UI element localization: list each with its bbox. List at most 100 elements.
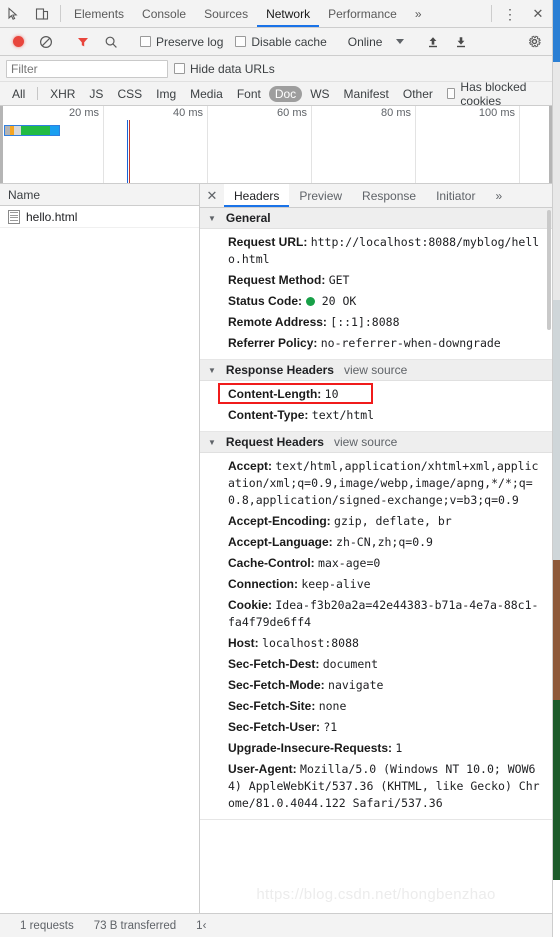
type-filter-xhr[interactable]: XHR [44,86,81,102]
type-filter-media[interactable]: Media [184,86,229,102]
general-row-referrer-policy: Referrer Policy: no-referrer-when-downgr… [200,333,552,354]
dom-content-loaded-line [127,120,128,183]
export-har-icon[interactable] [447,35,475,49]
section-response-headers-title: Response Headers [225,363,334,377]
search-icon[interactable] [97,35,125,49]
filter-input[interactable] [6,59,168,78]
request-list-header[interactable]: Name [0,184,199,206]
section-general-rows: Request URL: http://localhost:8088/myblo… [200,229,552,360]
network-overview[interactable]: 20 ms 40 ms 60 ms 80 ms 100 ms [0,106,552,184]
network-status-bar: 1 requests 73 B transferred 1‹ [0,913,552,937]
request-name-label: hello.html [26,209,78,224]
type-filter-font-label: Font [236,86,261,101]
filter-funnel-icon[interactable] [69,35,97,49]
more-tabs-glyph: » [414,6,422,21]
overview-request-bar [4,125,60,136]
type-filter-js[interactable]: JS [83,86,109,102]
request-row-upgrade-insecure-requests: Upgrade-Insecure-Requests: 1 [200,738,552,759]
detail-scrollbar-thumb[interactable] [547,210,551,330]
network-controls-toolbar: Preserve log Disable cache Online [0,28,552,56]
type-filter-css[interactable]: CSS [111,86,148,102]
type-filter-img[interactable]: Img [150,86,182,102]
section-general-header[interactable]: ▼ General [200,208,552,229]
cookie-value: Idea-f3b20a2a=42e44383-b71a-4e7a-88c1-fa… [228,598,539,629]
accept-language-key: Accept-Language: [228,535,333,549]
load-event-line [129,120,130,183]
connection-key: Connection: [228,577,298,591]
type-filter-divider [37,87,39,100]
request-row-accept-language: Accept-Language: zh-CN,zh;q=0.9 [200,532,552,553]
tab-performance[interactable]: Performance [319,0,406,27]
type-filter-other[interactable]: Other [397,86,439,102]
tab-response[interactable]: Response [352,184,426,207]
request-list-empty-area [0,228,199,913]
request-row-cookie: Cookie: Idea-f3b20a2a=42e44383-b71a-4e7a… [200,595,552,633]
overview-right-handle[interactable] [549,106,552,183]
timeline-ruler: 20 ms 40 ms 60 ms 80 ms 100 ms [0,106,552,183]
toolbar-divider-right [491,5,492,22]
overview-left-handle[interactable] [0,106,3,183]
type-filter-doc-label: Doc [274,86,297,101]
tab-network[interactable]: Network [257,0,320,27]
close-detail-icon[interactable]: ✕ [200,184,224,207]
kebab-menu-icon[interactable]: ⋮ [496,0,524,27]
preserve-log-checkbox[interactable]: Preserve log [134,35,229,49]
request-view-source-link[interactable]: view source [334,435,397,449]
underlying-page-sliver [552,0,560,937]
more-tabs-icon[interactable]: » [406,0,431,27]
upgrade-insecure-requests-key: Upgrade-Insecure-Requests: [228,741,393,755]
tab-console[interactable]: Console [133,0,195,27]
tab-sources[interactable]: Sources [195,0,257,27]
device-toolbar-icon[interactable] [28,0,56,27]
request-method-key: Request Method: [228,273,326,287]
tab-initiator[interactable]: Initiator [426,184,485,207]
request-row-accept: Accept: text/html,application/xhtml+xml,… [200,456,552,511]
waterfall-segment-finish [49,126,59,135]
hide-data-urls-checkbox[interactable]: Hide data URLs [168,62,281,76]
tab-headers[interactable]: Headers [224,184,290,207]
waterfall-segment-content-download [20,126,50,135]
import-har-icon[interactable] [419,35,447,49]
content-type-key: Content-Type: [228,408,309,422]
gear-icon[interactable] [520,34,548,49]
waterfall-segment-waiting [13,126,21,135]
has-blocked-cookies-checkbox[interactable]: Has blocked cookies [441,80,546,108]
record-button[interactable] [4,36,32,47]
request-row-accept-encoding: Accept-Encoding: gzip, deflate, br [200,511,552,532]
type-filter-all[interactable]: All [6,86,31,102]
table-row[interactable]: hello.html [0,206,199,228]
tab-headers-label: Headers [234,188,280,203]
ruler-tick-40ms: 40 ms [173,107,203,119]
filter-row: Hide data URLs [0,56,552,82]
request-url-key: Request URL: [228,235,308,249]
content-type-value: text/html [311,408,375,422]
clear-button[interactable] [32,35,60,49]
throttling-select[interactable]: Online [342,35,411,49]
type-filter-manifest[interactable]: Manifest [338,86,395,102]
section-response-headers-header[interactable]: ▼ Response Headers view source [200,360,552,381]
tabstrip-spacer [431,0,488,27]
hide-data-urls-label: Hide data URLs [190,61,275,76]
sec-fetch-dest-value: document [322,657,379,671]
tab-elements[interactable]: Elements [65,0,133,27]
content-length-value: 10 [324,387,339,401]
section-request-headers-header[interactable]: ▼ Request Headers view source [200,432,552,453]
inspect-element-icon[interactable] [0,0,28,27]
request-detail-pane: ✕ Headers Preview Response Initiator » ▼… [200,184,552,913]
detail-scrollbar[interactable] [546,208,552,913]
request-row-sec-fetch-dest: Sec-Fetch-Dest: document [200,654,552,675]
request-row-host: Host: localhost:8088 [200,633,552,654]
type-filter-font[interactable]: Font [231,86,267,102]
response-view-source-link[interactable]: view source [344,363,407,377]
section-general-title: General [225,211,271,225]
remote-address-key: Remote Address: [228,315,327,329]
disable-cache-checkbox[interactable]: Disable cache [229,35,332,49]
tab-preview[interactable]: Preview [289,184,352,207]
type-filter-doc[interactable]: Doc [268,85,303,102]
type-filter-ws[interactable]: WS [304,86,335,102]
close-icon[interactable]: ✕ [524,0,552,27]
type-filter-xhr-label: XHR [50,86,76,101]
preserve-log-label: Preserve log [156,34,224,49]
detail-more-tabs-icon[interactable]: » [485,184,512,207]
request-row-connection: Connection: keep-alive [200,574,552,595]
